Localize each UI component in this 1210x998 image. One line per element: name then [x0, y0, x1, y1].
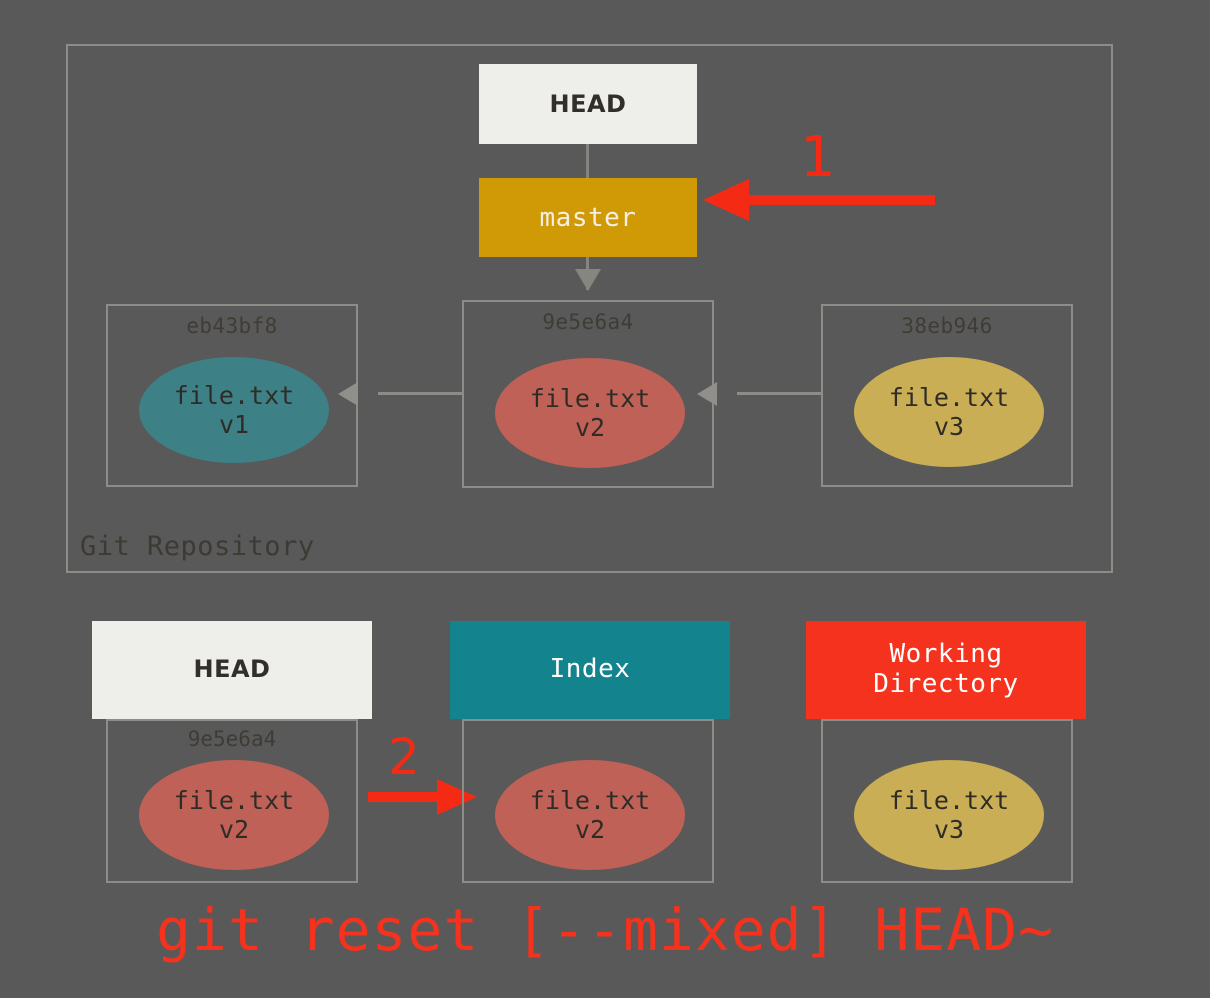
blob-filename: file.txt — [888, 785, 1010, 815]
blob-filename: file.txt — [173, 785, 295, 815]
arrowhead-down-icon — [575, 269, 601, 291]
repo-head-ref-label: HEAD — [549, 90, 627, 118]
blob-filename: file.txt — [888, 382, 1010, 412]
blob-filename: file.txt — [529, 785, 651, 815]
area-head-hash: 9e5e6a4 — [187, 727, 277, 751]
commit-box-9e5e6a4: 9e5e6a4 file.txt v2 — [462, 300, 714, 488]
area-head-blob: file.txt v2 — [139, 760, 329, 870]
area-wd-blob: file.txt v3 — [854, 760, 1044, 870]
area-header-working-directory: Working Directory — [806, 621, 1086, 719]
commit-box-eb43bf8: eb43bf8 file.txt v1 — [106, 304, 358, 487]
area-header-head: HEAD — [92, 621, 372, 719]
annotation-step-1-label: 1 — [800, 125, 836, 190]
area-body-working-directory: file.txt v3 — [821, 719, 1073, 883]
area-head-title: HEAD — [193, 655, 271, 684]
repo-master-ref-box: master — [479, 178, 697, 257]
connector-head-to-master — [586, 144, 589, 178]
parent-arrowhead-icon — [697, 382, 717, 406]
blob-filename: file.txt — [173, 380, 295, 410]
commit-hash: 38eb946 — [901, 314, 993, 338]
blob-version: v2 — [574, 815, 606, 844]
commit-blob: file.txt v1 — [139, 357, 329, 463]
area-index-title: Index — [549, 654, 631, 685]
blob-version: v1 — [218, 410, 250, 439]
annotation-step-1-arrowhead-icon — [703, 179, 749, 221]
commit-hash: eb43bf8 — [186, 314, 278, 338]
area-body-head: 9e5e6a4 file.txt v2 — [106, 719, 358, 883]
blob-filename: file.txt — [529, 383, 651, 413]
git-repository-label: Git Repository — [80, 531, 315, 562]
blob-version: v2 — [218, 815, 250, 844]
commit-blob: file.txt v2 — [495, 358, 685, 468]
area-wd-title-line1: Working — [889, 639, 1003, 670]
parent-link-line — [378, 392, 462, 395]
area-wd-title-line2: Directory — [873, 669, 1019, 699]
diagram-canvas: Git Repository HEAD master eb43bf8 file.… — [0, 0, 1210, 998]
area-index-blob: file.txt v2 — [495, 760, 685, 870]
area-body-index: file.txt v2 — [462, 719, 714, 883]
annotation-step-2-label: 2 — [388, 728, 420, 786]
commit-hash: 9e5e6a4 — [542, 310, 634, 334]
blob-version: v3 — [933, 815, 965, 844]
commit-blob: file.txt v3 — [854, 357, 1044, 467]
command-caption: git reset [--mixed] HEAD~ — [156, 896, 1054, 964]
annotation-step-1-arrow-line — [745, 195, 935, 205]
blob-version: v2 — [574, 413, 606, 442]
commit-box-38eb946: 38eb946 file.txt v3 — [821, 304, 1073, 487]
parent-arrowhead-icon — [338, 382, 358, 406]
parent-link-line — [737, 392, 821, 395]
repo-master-ref-label: master — [539, 202, 637, 233]
repo-head-ref-box: HEAD — [479, 64, 697, 144]
area-header-index: Index — [450, 621, 730, 719]
blob-version: v3 — [933, 412, 965, 441]
